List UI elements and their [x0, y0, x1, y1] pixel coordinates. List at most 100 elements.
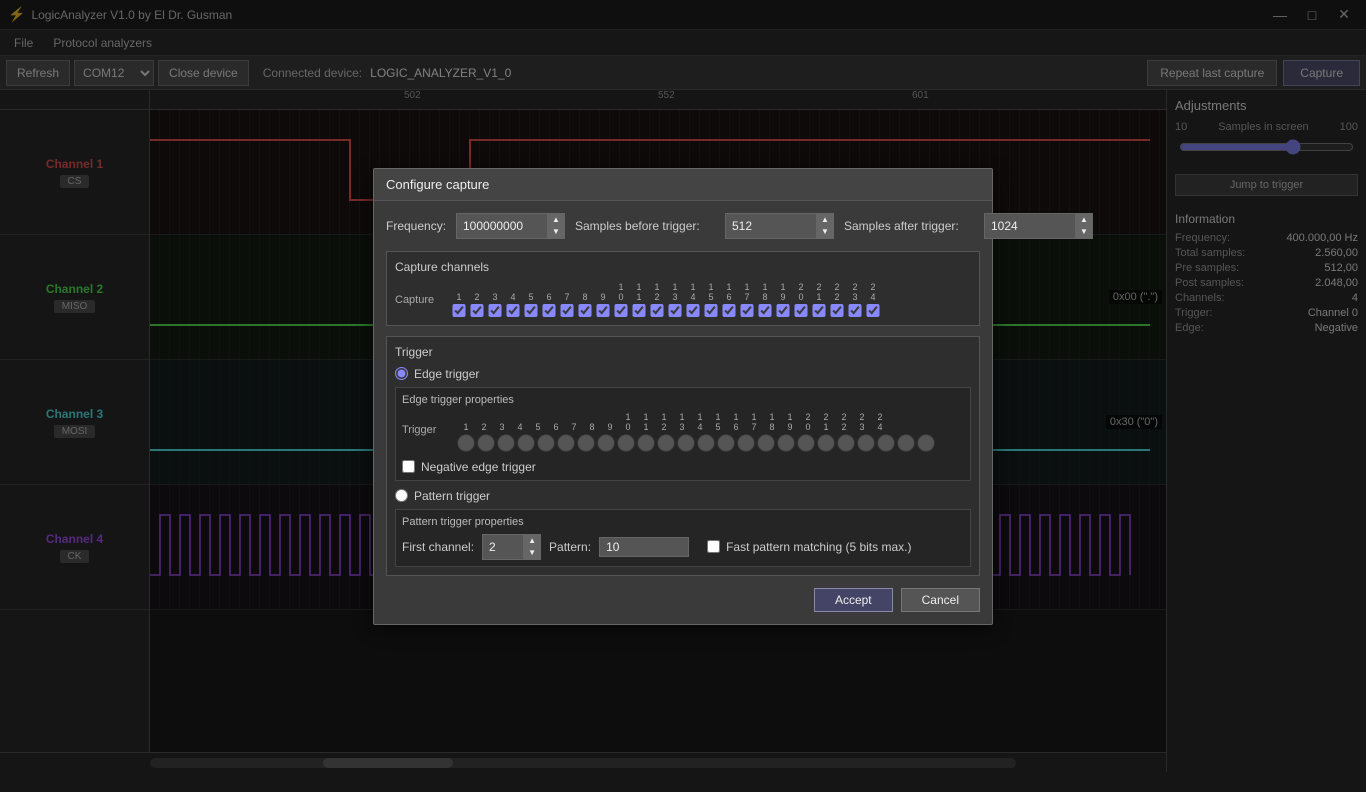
samples-after-group: 1024 ▲ ▼	[984, 213, 1093, 239]
first-channel-row: First channel:	[402, 540, 474, 554]
edge-trigger-row: Edge trigger	[395, 367, 971, 381]
trigger-dot-9[interactable]	[617, 434, 635, 452]
capture-ch22[interactable]	[828, 304, 846, 317]
trigger-dot-24[interactable]	[917, 434, 935, 452]
samples-after-label: Samples after trigger:	[844, 219, 974, 233]
samples-before-label: Samples before trigger:	[575, 219, 715, 233]
capture-checkboxes-row	[450, 304, 882, 317]
samples-after-input[interactable]: 1024	[985, 217, 1075, 235]
edge-trigger-radio[interactable]	[395, 367, 408, 380]
capture-ch2[interactable]	[468, 304, 486, 317]
trigger-dot-15[interactable]	[737, 434, 755, 452]
samples-before-spinners: ▲ ▼	[816, 214, 833, 238]
trigger-dot-2[interactable]	[477, 434, 495, 452]
modal-overlay: Configure capture Frequency: 100000000 ▲…	[0, 0, 1366, 792]
accept-button[interactable]: Accept	[814, 588, 893, 612]
frequency-input[interactable]: 100000000	[457, 217, 547, 235]
trigger-dot-6[interactable]	[557, 434, 575, 452]
neg-edge-row: Negative edge trigger	[402, 460, 964, 474]
freq-row: Frequency: 100000000 ▲ ▼ Samples before …	[386, 213, 980, 239]
fast-match-row: Fast pattern matching (5 bits max.)	[707, 540, 911, 554]
capture-ch13[interactable]	[666, 304, 684, 317]
edge-props-title: Edge trigger properties	[402, 394, 964, 406]
samples-before-up[interactable]: ▲	[817, 214, 833, 226]
trigger-dot-13[interactable]	[697, 434, 715, 452]
trigger-dot-18[interactable]	[797, 434, 815, 452]
first-ch-up[interactable]: ▲	[524, 535, 540, 547]
dialog-buttons: Accept Cancel	[386, 588, 980, 612]
pattern-trigger-radio[interactable]	[395, 489, 408, 502]
capture-ch12[interactable]	[648, 304, 666, 317]
capture-ch14[interactable]	[684, 304, 702, 317]
samples-before-down[interactable]: ▼	[817, 226, 833, 238]
trigger-section: Trigger Edge trigger Edge trigger proper…	[386, 336, 980, 576]
capture-channels-title: Capture channels	[395, 260, 971, 274]
trigger-dot-14[interactable]	[717, 434, 735, 452]
capture-ch17[interactable]	[738, 304, 756, 317]
trigger-dot-7[interactable]	[577, 434, 595, 452]
trigger-dot-16[interactable]	[757, 434, 775, 452]
capture-ch16[interactable]	[720, 304, 738, 317]
capture-ch1[interactable]	[450, 304, 468, 317]
trigger-dot-4[interactable]	[517, 434, 535, 452]
frequency-spinners: ▲ ▼	[547, 214, 564, 238]
trigger-dot-17[interactable]	[777, 434, 795, 452]
pattern-input[interactable]: 10	[599, 537, 689, 557]
capture-ch9[interactable]	[594, 304, 612, 317]
samples-before-input[interactable]: 512	[726, 217, 816, 235]
trigger-dot-5[interactable]	[537, 434, 555, 452]
capture-ch6[interactable]	[540, 304, 558, 317]
capture-ch21[interactable]	[810, 304, 828, 317]
capture-col-label: Capture	[395, 282, 450, 306]
capture-channels-section: Capture channels Capture	[386, 251, 980, 326]
trigger-dot-21[interactable]	[857, 434, 875, 452]
first-channel-input-group: 2 ▲ ▼	[482, 534, 541, 560]
trigger-dot-1[interactable]	[457, 434, 475, 452]
trigger-dot-22[interactable]	[877, 434, 895, 452]
trigger-dot-3[interactable]	[497, 434, 515, 452]
capture-ch7[interactable]	[558, 304, 576, 317]
capture-ch24[interactable]	[864, 304, 882, 317]
trigger-title: Trigger	[395, 345, 971, 359]
capture-ch15[interactable]	[702, 304, 720, 317]
capture-ch18[interactable]	[756, 304, 774, 317]
neg-edge-checkbox[interactable]	[402, 460, 415, 473]
freq-spin-up[interactable]: ▲	[548, 214, 564, 226]
capture-ch8[interactable]	[576, 304, 594, 317]
trigger-dot-11[interactable]	[657, 434, 675, 452]
fast-match-label: Fast pattern matching (5 bits max.)	[726, 540, 911, 554]
samples-after-spinners: ▲ ▼	[1075, 214, 1092, 238]
pattern-label: Pattern:	[549, 540, 591, 554]
first-channel-spinners: ▲ ▼	[523, 535, 540, 559]
samples-after-down[interactable]: ▼	[1076, 226, 1092, 238]
cancel-button[interactable]: Cancel	[901, 588, 980, 612]
pattern-props-box: Pattern trigger properties First channel…	[395, 509, 971, 567]
pattern-trigger-row: Pattern trigger	[395, 489, 971, 503]
trigger-dot-20[interactable]	[837, 434, 855, 452]
samples-before-group: 512 ▲ ▼	[725, 213, 834, 239]
first-channel-label: First channel:	[402, 540, 474, 554]
capture-ch19[interactable]	[774, 304, 792, 317]
pattern-props-title: Pattern trigger properties	[402, 516, 964, 528]
capture-ch23[interactable]	[846, 304, 864, 317]
capture-ch3[interactable]	[486, 304, 504, 317]
capture-ch10[interactable]	[612, 304, 630, 317]
trigger-dot-23[interactable]	[897, 434, 915, 452]
fast-match-checkbox[interactable]	[707, 540, 720, 553]
first-channel-input[interactable]: 2	[483, 538, 523, 556]
trigger-col-label: Trigger	[402, 412, 457, 436]
freq-spin-down[interactable]: ▼	[548, 226, 564, 238]
trigger-dot-10[interactable]	[637, 434, 655, 452]
trigger-dot-12[interactable]	[677, 434, 695, 452]
first-ch-down[interactable]: ▼	[524, 547, 540, 559]
capture-ch4[interactable]	[504, 304, 522, 317]
freq-label: Frequency:	[386, 219, 446, 233]
capture-ch20[interactable]	[792, 304, 810, 317]
capture-ch5[interactable]	[522, 304, 540, 317]
capture-ch11[interactable]	[630, 304, 648, 317]
trigger-dot-8[interactable]	[597, 434, 615, 452]
trigger-dot-19[interactable]	[817, 434, 835, 452]
dialog-title: Configure capture	[374, 169, 992, 201]
samples-after-up[interactable]: ▲	[1076, 214, 1092, 226]
dialog-body: Frequency: 100000000 ▲ ▼ Samples before …	[374, 201, 992, 624]
